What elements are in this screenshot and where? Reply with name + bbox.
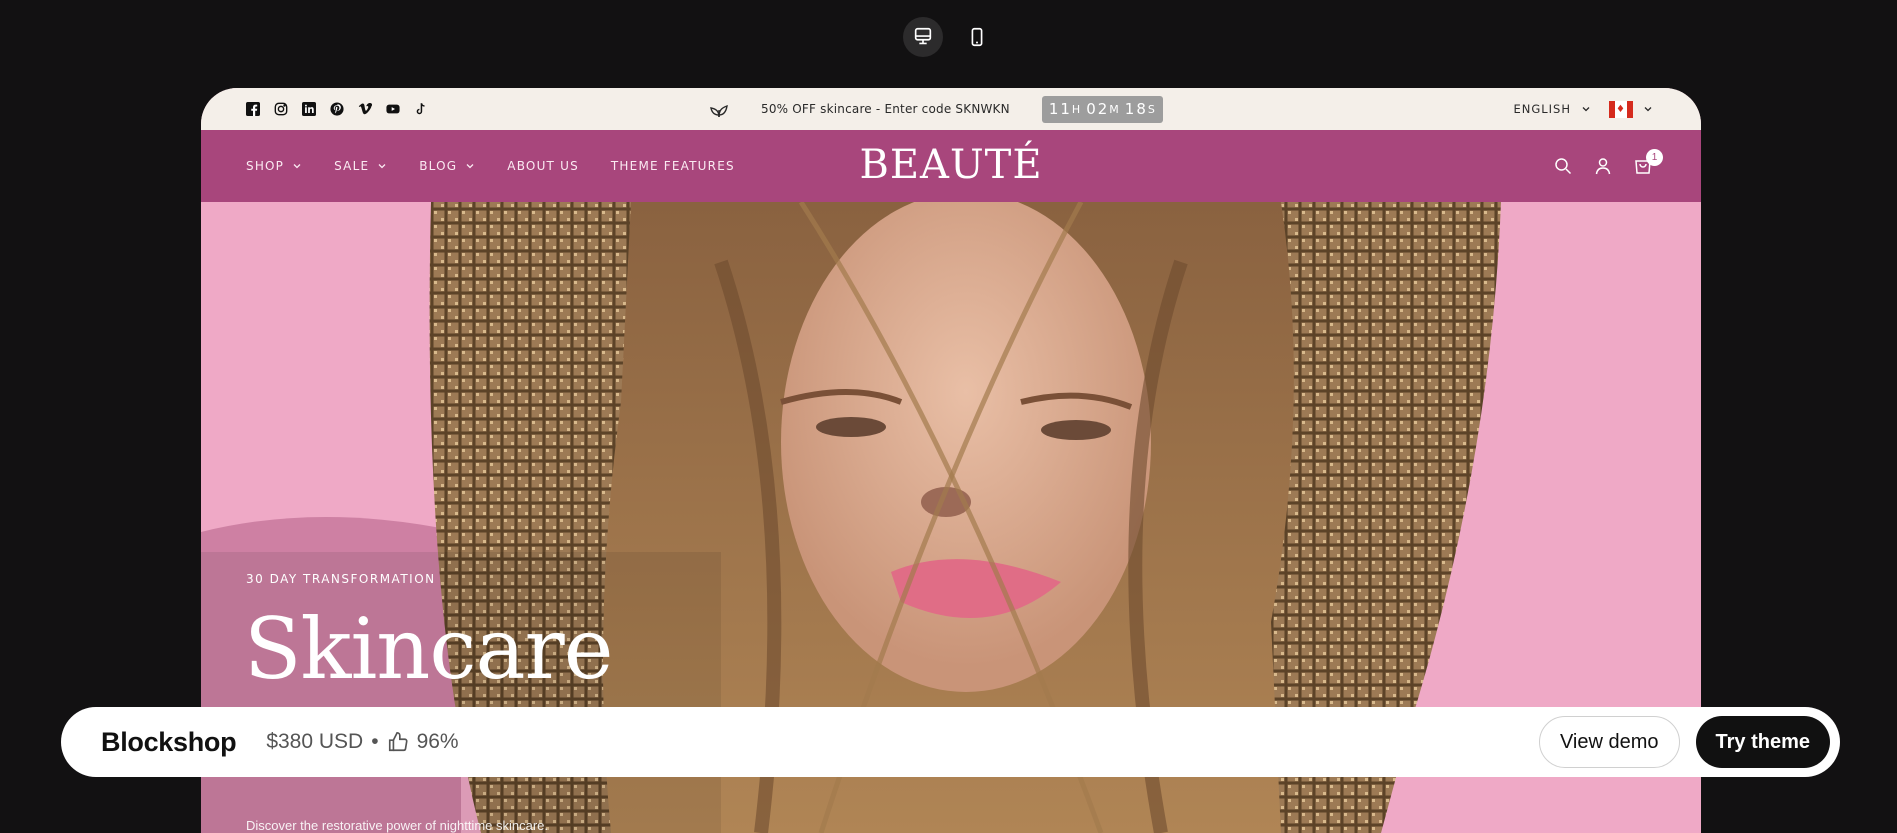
nav-item-label: SALE (334, 159, 370, 173)
theme-price: $380 USD (266, 730, 364, 753)
nav-item-sale[interactable]: SALE (334, 159, 387, 173)
main-nav: SHOP SALE BLOG ABOUT US THEME FEATURES (246, 159, 735, 173)
header-icons: 1 (1553, 130, 1663, 202)
canada-flag-icon[interactable]: ♦ (1609, 100, 1633, 118)
view-demo-button[interactable]: View demo (1538, 716, 1680, 768)
theme-actions: View demo Try theme (1538, 716, 1830, 768)
nav-item-label: ABOUT US (507, 159, 579, 173)
theme-meta: $380 USD • 96% (266, 730, 458, 754)
search-button[interactable] (1553, 156, 1573, 176)
countdown-seconds: 18 (1124, 100, 1148, 118)
countdown-hours: 11 (1048, 100, 1072, 118)
theme-rating: 96% (416, 730, 459, 753)
countdown-minutes-unit: M (1109, 102, 1120, 116)
store-logo[interactable]: BEAUTÉ (859, 142, 1042, 188)
social-links (246, 102, 428, 116)
countdown-hours-unit: H (1071, 102, 1082, 116)
desktop-icon (914, 27, 932, 45)
countdown-timer: 11 H 02 M 18 S (1041, 95, 1163, 123)
search-icon (1555, 158, 1572, 175)
cart-count-badge: 1 (1646, 149, 1663, 166)
theme-info-bar: Blockshop $380 USD • 96% View demo Try t… (61, 707, 1840, 777)
countdown-seconds-unit: S (1147, 102, 1156, 116)
pinterest-icon[interactable] (330, 102, 344, 116)
youtube-icon[interactable] (386, 102, 400, 116)
chevron-down-icon (466, 164, 474, 169)
language-selector[interactable]: ENGLISH (1513, 102, 1571, 116)
promo-text: 50% OFF skincare - Enter code SKNWKN (761, 102, 1010, 116)
desktop-view-button[interactable] (903, 17, 943, 57)
nav-item-label: SHOP (246, 159, 285, 173)
mobile-icon (971, 27, 983, 47)
vimeo-icon[interactable] (358, 102, 372, 116)
hero-subtitle: Discover the restorative power of nightt… (246, 818, 549, 833)
meta-separator: • (371, 730, 379, 753)
thumbs-up-icon (388, 732, 408, 752)
locale-selectors: ENGLISH ♦ (1513, 88, 1653, 130)
try-theme-button[interactable]: Try theme (1695, 716, 1830, 768)
chevron-down-icon (1644, 107, 1652, 112)
leaf-icon (710, 104, 728, 118)
chevron-down-icon (293, 164, 301, 169)
linkedin-icon[interactable] (302, 102, 316, 116)
mobile-view-button[interactable] (957, 17, 997, 57)
instagram-icon[interactable] (274, 102, 288, 116)
promo-message: 50% OFF skincare - Enter code SKNWKN 11 H… (707, 88, 1163, 130)
nav-item-blog[interactable]: BLOG (419, 159, 475, 173)
chevron-down-icon (1582, 107, 1590, 112)
nav-item-label: BLOG (419, 159, 458, 173)
nav-item-shop[interactable]: SHOP (246, 159, 302, 173)
account-button[interactable] (1593, 156, 1613, 176)
device-toggle (903, 17, 997, 57)
hero-eyebrow: 30 DAY TRANSFORMATION (246, 572, 436, 586)
facebook-icon[interactable] (246, 102, 260, 116)
countdown-minutes: 02 (1086, 100, 1110, 118)
nav-item-theme-features[interactable]: THEME FEATURES (611, 159, 735, 173)
cart-button[interactable]: 1 (1633, 149, 1663, 176)
site-header: SHOP SALE BLOG ABOUT US THEME FEATURES B… (201, 130, 1701, 202)
chevron-down-icon (378, 164, 386, 169)
nav-item-label: THEME FEATURES (610, 159, 735, 173)
user-icon (1595, 158, 1611, 175)
announcement-bar: 50% OFF skincare - Enter code SKNWKN 11 H… (201, 88, 1701, 130)
hero-title: Skincare (244, 600, 613, 698)
nav-item-about-us[interactable]: ABOUT US (507, 159, 579, 173)
tiktok-icon[interactable] (414, 102, 428, 116)
theme-name: Blockshop (101, 726, 237, 757)
